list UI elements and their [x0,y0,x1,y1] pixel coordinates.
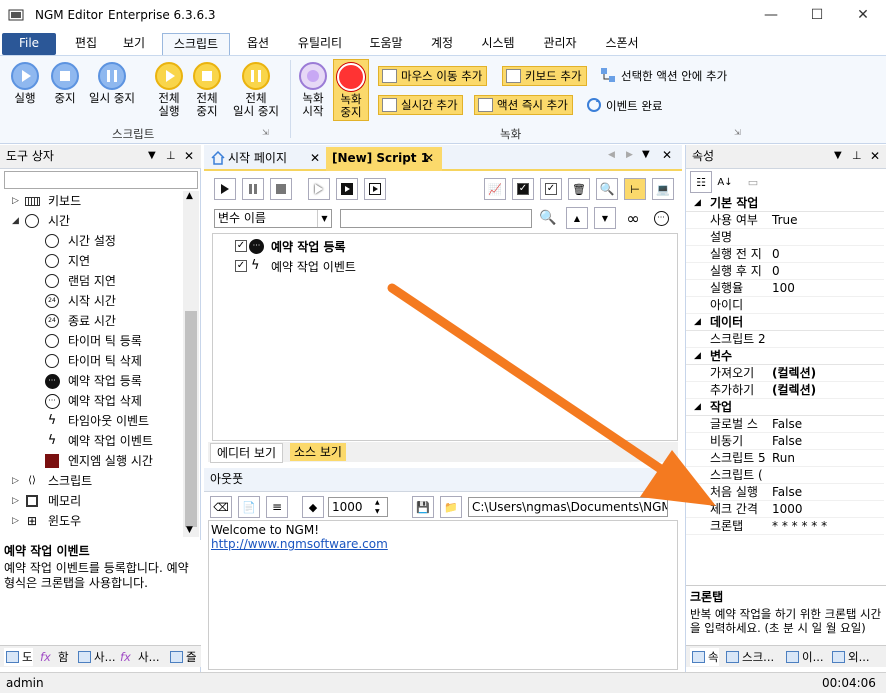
arrow-shaft [387,283,685,487]
status-user: admin [6,676,44,690]
annotation-arrow [387,283,716,506]
status-bar: admin 00:04:06 [0,672,886,693]
status-time: 00:04:06 [822,676,876,690]
